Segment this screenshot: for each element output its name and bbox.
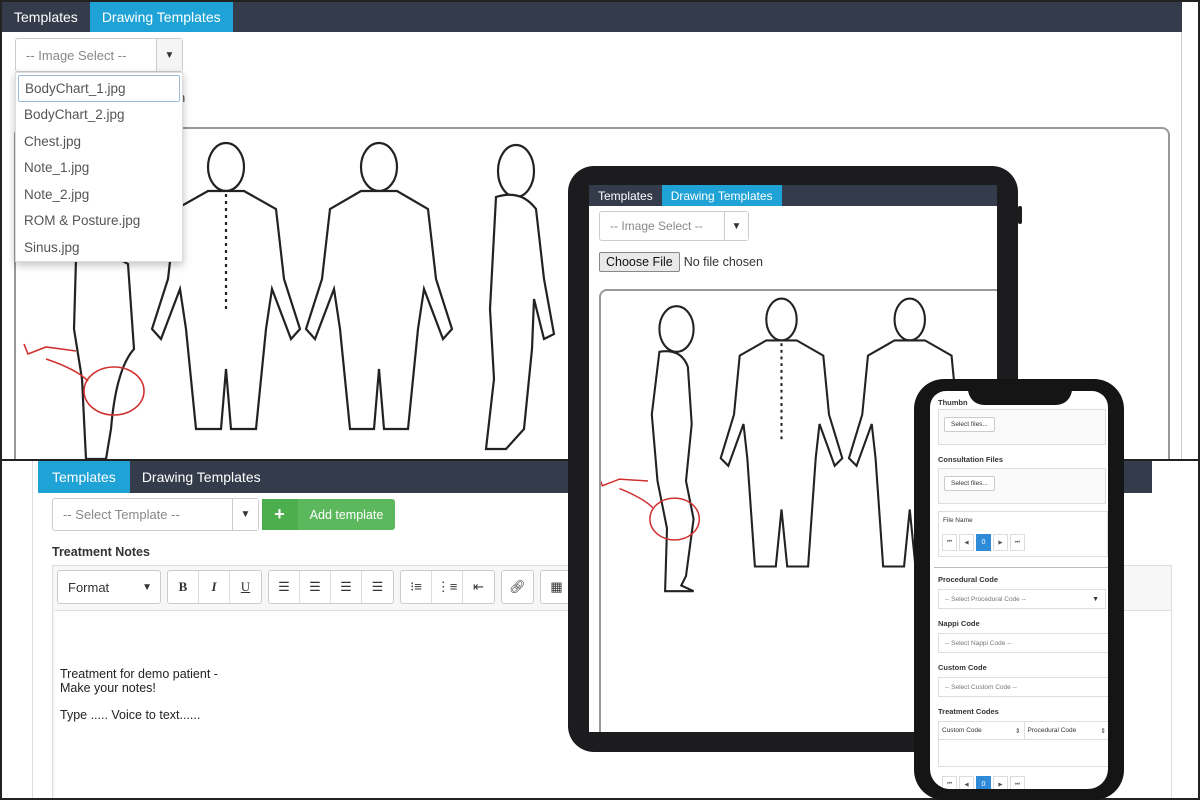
phone-screen: Thumbn Select files... Consultation File… [930, 391, 1108, 789]
bold-button[interactable]: B [168, 571, 199, 603]
file-chooser: Choose File No file chosen [599, 252, 763, 272]
option-bodychart-2[interactable]: BodyChart_2.jpg [18, 102, 180, 129]
last-page-icon[interactable]: ⏭ [1010, 534, 1025, 551]
link-group: 🔗︎ [501, 570, 534, 604]
chevron-down-icon: ▼ [1092, 595, 1099, 603]
body-figure-side-right [484, 143, 556, 451]
custom-code-placeholder: -- Select Custom Code -- [945, 683, 1017, 691]
tablet-tabbar: Templates Drawing Templates [589, 185, 997, 206]
col-custom-code-label: Custom Code [942, 727, 982, 734]
align-right-icon[interactable]: ☰ [331, 571, 362, 603]
image-select-placeholder: -- Image Select -- [26, 47, 127, 63]
link-icon[interactable]: 🔗︎ [502, 571, 533, 603]
add-template-label: Add template [309, 507, 384, 522]
consultation-files-label: Consultation Files [938, 455, 1004, 464]
phone-notch [968, 379, 1072, 405]
nappi-code-select[interactable]: -- Select Nappi Code -- [938, 633, 1108, 653]
editor-toolbar: Format ▼ B I U ☰ ☰ ☰ ☰ ⁝≡ ⋮≡ ⇤ 🔗︎ ▦ [57, 570, 573, 606]
image-select-dropdown: BodyChart_1.jpg BodyChart_2.jpg Chest.jp… [15, 72, 183, 262]
select-files-button[interactable]: Select files... [944, 476, 995, 491]
tab-drawing-templates[interactable]: Drawing Templates [130, 461, 273, 493]
plus-icon: + [262, 499, 298, 530]
choose-file-button[interactable]: Choose File [599, 252, 680, 272]
tab-drawing-templates[interactable]: Drawing Templates [89, 2, 233, 32]
thumbnail-label: Thumbn [938, 398, 968, 407]
col-procedural-code[interactable]: Procedural Code ⇕ [1025, 722, 1109, 739]
image-select-placeholder: -- Image Select -- [610, 219, 703, 233]
tablet-side-button [1018, 206, 1022, 224]
tab-templates[interactable]: Templates [589, 185, 662, 206]
file-name-header: File Name [943, 517, 973, 524]
phone-device: Thumbn Select files... Consultation File… [914, 379, 1124, 800]
option-note-2[interactable]: Note_2.jpg [18, 181, 180, 208]
procedural-code-select[interactable]: -- Select Procedural Code -- ▼ [938, 589, 1106, 609]
no-file-text: No file chosen [683, 255, 763, 269]
sort-icon: ⇕ [1100, 727, 1106, 735]
select-files-button[interactable]: Select files... [944, 417, 995, 432]
tab-drawing-templates[interactable]: Drawing Templates [661, 185, 782, 206]
prev-page-icon[interactable]: ◀ [959, 534, 974, 551]
chevron-down-icon[interactable]: ▼ [156, 39, 182, 71]
custom-code-label: Custom Code [938, 663, 987, 672]
bullet-list-icon[interactable]: ⁝≡ [401, 571, 432, 603]
sort-icon: ⇕ [1015, 727, 1021, 735]
align-left-icon[interactable]: ☰ [269, 571, 300, 603]
nappi-code-label: Nappi Code [938, 619, 980, 628]
custom-code-select[interactable]: -- Select Custom Code -- [938, 677, 1108, 697]
chevron-down-icon[interactable]: ▼ [724, 212, 748, 240]
divider [934, 567, 1108, 568]
treatment-codes-label: Treatment Codes [938, 707, 999, 716]
body-figure-front [304, 141, 454, 431]
option-note-1[interactable]: Note_1.jpg [18, 155, 180, 182]
image-select[interactable]: -- Image Select -- ▼ [599, 211, 749, 241]
treatment-codes-table: Custom Code ⇕ Procedural Code ⇕ [938, 721, 1108, 767]
option-bodychart-1[interactable]: BodyChart_1.jpg [18, 75, 180, 102]
body-figure-back [719, 297, 844, 568]
last-page-icon[interactable]: ⏭ [1010, 776, 1025, 789]
align-justify-icon[interactable]: ☰ [362, 571, 393, 603]
nappi-code-placeholder: -- Select Nappi Code -- [945, 639, 1012, 647]
page-number[interactable]: 0 [976, 776, 991, 789]
procedural-code-label: Procedural Code [938, 575, 999, 584]
template-select[interactable]: -- Select Template -- ▼ [52, 498, 259, 531]
page-number[interactable]: 0 [976, 534, 991, 551]
first-page-icon[interactable]: ⏮ [942, 534, 957, 551]
treatment-pager: ⏮ ◀ 0 ▶ ⏭ [942, 776, 1025, 789]
add-template-button[interactable]: + Add template [262, 499, 395, 530]
col-custom-code[interactable]: Custom Code ⇕ [939, 722, 1025, 739]
top-tabbar: Templates Drawing Templates [2, 2, 1182, 32]
align-group: ☰ ☰ ☰ ☰ [268, 570, 394, 604]
table-header-row: Custom Code ⇕ Procedural Code ⇕ [939, 722, 1108, 740]
image-select[interactable]: -- Image Select -- ▼ [15, 38, 183, 72]
format-label: Format [68, 579, 110, 595]
italic-button[interactable]: I [199, 571, 230, 603]
option-chest[interactable]: Chest.jpg [18, 128, 180, 155]
next-page-icon[interactable]: ▶ [993, 776, 1008, 789]
list-group: ⁝≡ ⋮≡ ⇤ [400, 570, 495, 604]
body-figure-side-left [601, 305, 701, 593]
prev-page-icon[interactable]: ◀ [959, 776, 974, 789]
tab-templates[interactable]: Templates [2, 2, 90, 32]
tab-templates[interactable]: Templates [38, 461, 130, 493]
numbered-list-icon[interactable]: ⋮≡ [432, 571, 463, 603]
option-rom-posture[interactable]: ROM & Posture.jpg [18, 208, 180, 235]
col-procedural-code-label: Procedural Code [1027, 727, 1077, 734]
option-sinus[interactable]: Sinus.jpg [18, 234, 180, 261]
procedural-code-placeholder: -- Select Procedural Code -- [945, 595, 1026, 603]
next-page-icon[interactable]: ▶ [993, 534, 1008, 551]
first-page-icon[interactable]: ⏮ [942, 776, 957, 789]
format-dropdown[interactable]: Format ▼ [57, 570, 161, 604]
text-style-group: B I U [167, 570, 262, 604]
treatment-notes-title: Treatment Notes [52, 545, 150, 559]
align-center-icon[interactable]: ☰ [300, 571, 331, 603]
underline-button[interactable]: U [230, 571, 261, 603]
bottom-left-border [32, 461, 33, 798]
chevron-down-icon: ▼ [142, 581, 152, 593]
chevron-down-icon[interactable]: ▼ [232, 499, 258, 530]
outdent-icon[interactable]: ⇤ [463, 571, 494, 603]
template-select-placeholder: -- Select Template -- [63, 507, 180, 522]
file-pager: ⏮ ◀ 0 ▶ ⏭ [942, 534, 1025, 551]
